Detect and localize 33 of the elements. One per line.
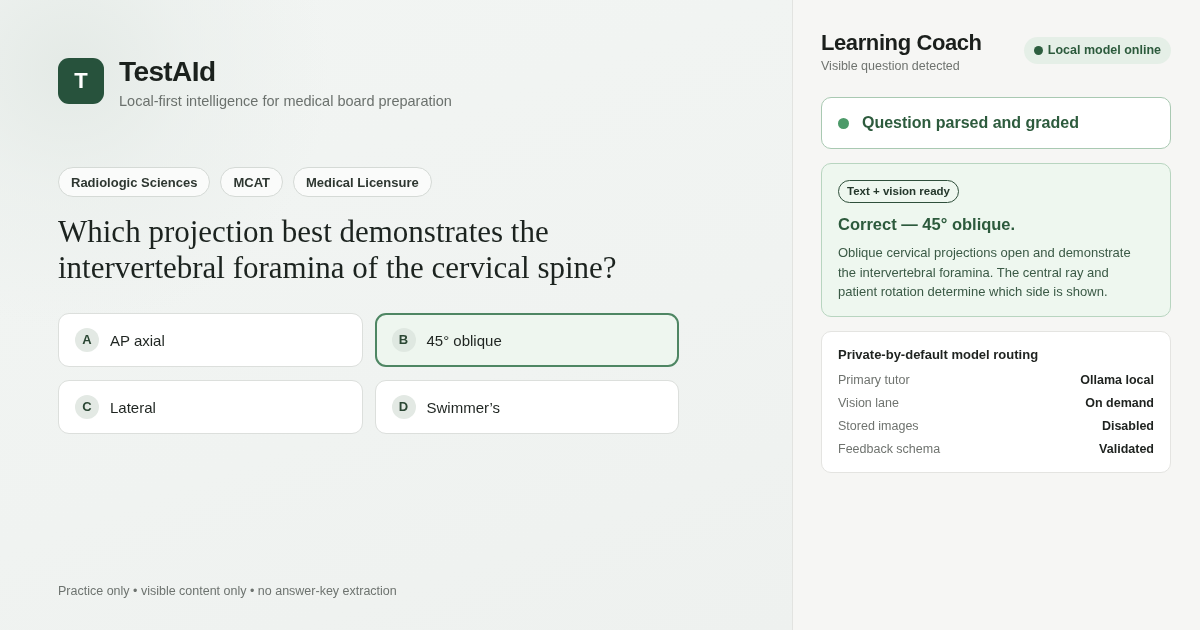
- feedback-heading: Correct — 45° oblique.: [838, 214, 1017, 235]
- feedback-text: Oblique cervical projections open and demonstrate the intervertebral foramina. The central ray and patient rotation determine which side is shown.: [838, 244, 1132, 301]
- routing-label: Primary tutor: [838, 372, 910, 388]
- model-status-label: Local model online: [1047, 44, 1161, 57]
- routing-value: On demand: [1085, 395, 1154, 411]
- coach-title: Learning Coach: [821, 30, 982, 56]
- question-text: Which projection best demonstrates the intervertebral foramina of the cervical spine?: [58, 214, 618, 286]
- coach-subtitle: Visible question detected: [821, 58, 960, 74]
- app-tagline: Local-first intelligence for medical board preparation: [119, 92, 452, 110]
- topic-tag: Medical Licensure: [293, 167, 432, 197]
- routing-value: Disabled: [1101, 418, 1154, 434]
- routing-value: Ollama local: [1080, 372, 1154, 388]
- option-letter: C: [75, 395, 99, 419]
- app-title: TestAId: [119, 56, 216, 88]
- routing-value: Validated: [1099, 441, 1154, 457]
- answer-option[interactable]: D Swimmer’s: [374, 380, 679, 434]
- routing-label: Vision lane: [838, 395, 899, 411]
- answer-option[interactable]: A AP axial: [58, 313, 363, 367]
- option-letter: A: [75, 328, 99, 352]
- answer-option[interactable]: B 45° oblique: [374, 313, 679, 367]
- option-letter: D: [391, 395, 416, 419]
- option-letter: B: [391, 328, 416, 352]
- topic-tag: MCAT: [220, 167, 284, 197]
- parse-status-text: Question parsed and graded: [862, 115, 1079, 131]
- status-dot-icon: [1033, 46, 1043, 55]
- app-logo: T: [58, 58, 104, 104]
- status-dot-icon: [838, 117, 849, 129]
- routing-label: Feedback schema: [838, 441, 941, 457]
- routing-title: Private-by-default model routing: [838, 345, 1040, 364]
- topic-tag: Radiologic Sciences: [58, 167, 211, 197]
- routing-label: Stored images: [838, 418, 919, 434]
- footer-note: Practice only • visible content only • no answer-key extraction: [58, 583, 397, 599]
- answer-option[interactable]: C Lateral: [58, 380, 363, 434]
